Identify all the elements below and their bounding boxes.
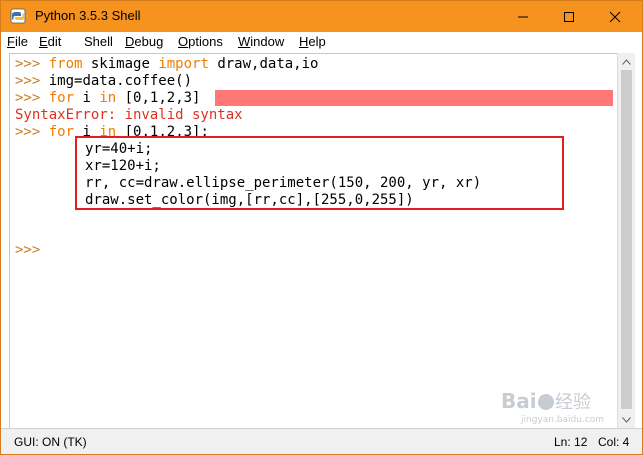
minimize-icon	[518, 16, 528, 17]
scroll-up-arrow-icon	[622, 58, 631, 65]
menu-window-label: indow	[250, 34, 285, 49]
scroll-up-button[interactable]	[618, 53, 635, 70]
line-number: Ln: 12	[554, 435, 588, 449]
menu-options[interactable]: Options	[178, 32, 223, 52]
keyword-import: import	[158, 56, 209, 72]
annotation-box	[75, 136, 564, 210]
svg-text:jingyan.baidu.com: jingyan.baidu.com	[520, 415, 604, 425]
maximize-icon	[564, 11, 574, 22]
code-line-3: >>> for i in [0,1,2,3]	[15, 90, 200, 107]
menu-window-mnemonic: W	[238, 34, 251, 49]
menu-file-mnemonic: F	[7, 34, 15, 49]
code-line-2: >>> img=data.coffee()	[15, 73, 192, 90]
menu-shell-mnemonic: S	[84, 34, 93, 49]
gui-status: GUI: ON (TK)	[14, 435, 87, 449]
shell-text-area[interactable]: >>> from skimage import draw,data,io >>>…	[9, 53, 618, 429]
menu-file[interactable]: File	[7, 32, 28, 52]
column-number: Col: 4	[598, 435, 630, 449]
menu-window[interactable]: Window	[238, 32, 284, 52]
idle-shell-window: Python 3.5.3 Shell File Edit Shell Debug…	[0, 0, 643, 455]
shell-prompt: >>>	[15, 90, 41, 106]
menu-file-label: ile	[14, 34, 28, 49]
code-line-1: >>> from skimage import draw,data,io	[15, 56, 318, 73]
shell-prompt: >>>	[15, 124, 41, 140]
code-text: skimage	[82, 56, 159, 72]
menu-options-label: ptions	[188, 34, 223, 49]
menu-shell[interactable]: Shell	[84, 32, 113, 52]
keyword-for: for	[48, 124, 75, 140]
scroll-down-button[interactable]	[618, 411, 635, 428]
code-text: i	[74, 90, 100, 106]
status-bar: GUI: ON (TK) Ln: 12 Col: 4	[1, 428, 642, 454]
close-button[interactable]	[592, 1, 638, 32]
window-title: Python 3.5.3 Shell	[35, 8, 141, 23]
python-app-icon	[10, 8, 26, 24]
maximize-button[interactable]	[546, 1, 592, 32]
menu-edit[interactable]: Edit	[39, 32, 61, 52]
menu-debug[interactable]: Debug	[125, 32, 163, 52]
scroll-down-arrow-icon	[622, 416, 631, 423]
code-text: img=data.coffee()	[48, 73, 193, 89]
baidu-watermark-logo: Bai 经验 jingyan.baidu.com	[501, 389, 604, 425]
code-line-prompt: >>>	[15, 242, 40, 259]
minimize-button[interactable]	[500, 1, 546, 32]
shell-prompt: >>>	[15, 56, 41, 72]
svg-text:Bai: Bai	[501, 389, 537, 413]
menu-help-mnemonic: H	[299, 34, 309, 49]
menu-options-mnemonic: O	[178, 34, 189, 49]
menu-edit-mnemonic: E	[39, 34, 48, 49]
keyword-in: in	[99, 90, 117, 106]
code-text: [0,1,2,3]	[116, 90, 201, 106]
keyword-for: for	[48, 90, 75, 106]
syntax-error-highlight	[215, 90, 613, 106]
code-text: draw,data,io	[208, 56, 319, 72]
title-bar[interactable]: Python 3.5.3 Shell	[1, 1, 642, 32]
shell-prompt: >>>	[15, 73, 41, 89]
error-message: SyntaxError: invalid syntax	[15, 107, 243, 123]
scroll-thumb[interactable]	[621, 70, 632, 409]
menu-edit-label: dit	[47, 34, 62, 49]
menu-debug-label: ebug	[134, 34, 164, 49]
vertical-scrollbar[interactable]	[617, 53, 635, 428]
menu-help-label: elp	[308, 34, 326, 49]
menu-bar: File Edit Shell Debug Options Window Hel…	[1, 32, 642, 52]
shell-prompt: >>>	[15, 242, 41, 258]
menu-help[interactable]: Help	[299, 32, 326, 52]
svg-text:经验: 经验	[555, 392, 591, 413]
menu-shell-label: hell	[92, 34, 113, 49]
keyword-from: from	[48, 56, 83, 72]
close-icon	[609, 11, 621, 22]
menu-debug-mnemonic: D	[125, 34, 135, 49]
